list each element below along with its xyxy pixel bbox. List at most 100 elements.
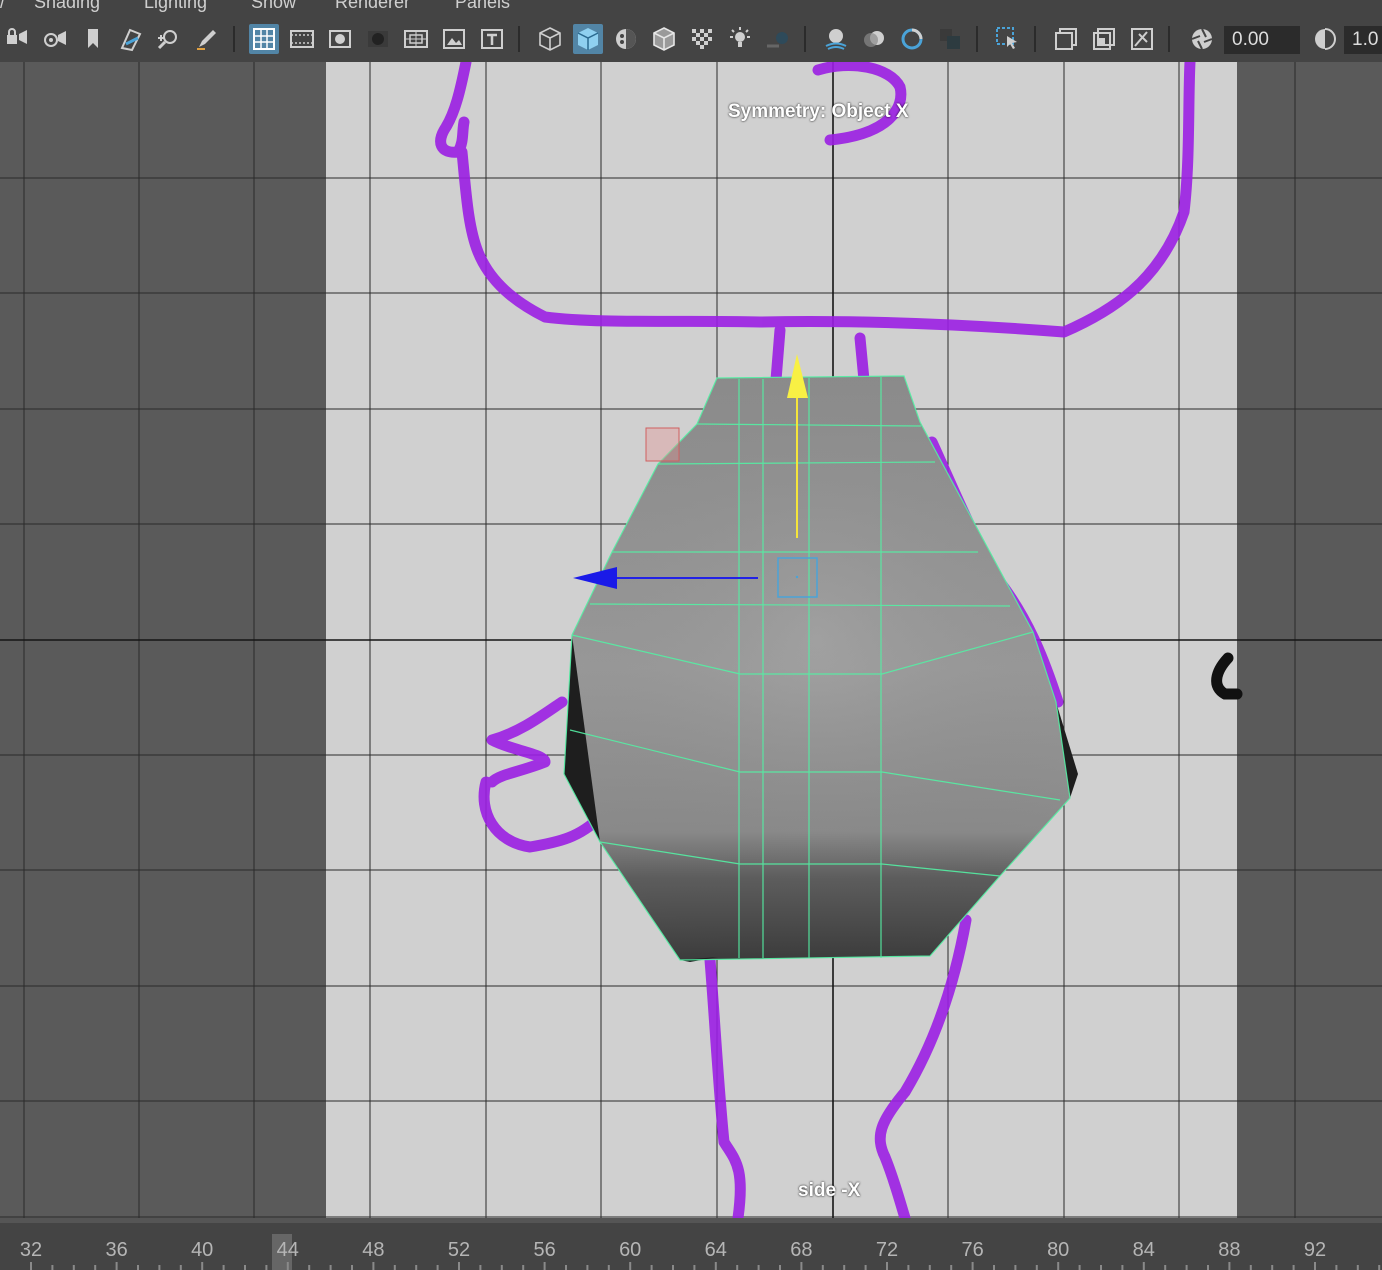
timeline-tick-mark — [479, 1265, 482, 1270]
gamma-field[interactable]: 1.0 — [1344, 26, 1382, 54]
timeline-tick-label: 60 — [619, 1239, 641, 1261]
xray-active-components-icon[interactable] — [1089, 24, 1119, 54]
xray-icon[interactable] — [687, 24, 717, 54]
timeline-tick-mark — [1078, 1265, 1081, 1270]
timeline-tick-mark — [864, 1265, 867, 1270]
depth-of-field-icon[interactable] — [935, 24, 965, 54]
gamma-icon[interactable] — [1310, 24, 1340, 54]
timeline-tick-mark — [886, 1262, 888, 1270]
wireframe-icon[interactable] — [535, 24, 565, 54]
menu-renderer[interactable]: Renderer — [335, 0, 410, 13]
timeline-tick-mark — [179, 1265, 182, 1270]
camera-lock-icon[interactable] — [2, 24, 32, 54]
timeline-tick-mark — [586, 1265, 589, 1270]
menu-show[interactable]: Show — [251, 0, 296, 13]
timeline-tick-mark — [993, 1265, 995, 1270]
timeline-tick-mark — [1185, 1265, 1188, 1270]
use-default-material-icon[interactable] — [611, 24, 641, 54]
timeline-tick-mark — [458, 1262, 460, 1270]
timeline-tick-label: 52 — [448, 1239, 470, 1261]
menu-lighting[interactable]: Lighting — [144, 0, 207, 13]
timeline-tick-mark — [308, 1265, 311, 1270]
timeline-tick-mark — [1228, 1262, 1231, 1270]
field-chart-icon[interactable] — [401, 24, 431, 54]
resolution-gate-icon[interactable] — [325, 24, 355, 54]
timeline-tick-mark — [1164, 1265, 1167, 1270]
film-gate-icon[interactable] — [287, 24, 317, 54]
gate-mask-icon[interactable] — [363, 24, 393, 54]
timeline-tick-mark — [821, 1265, 824, 1270]
timeline-tick-mark — [393, 1265, 396, 1270]
timeline-tick-mark — [1356, 1265, 1359, 1270]
camera-name-label: side -X — [798, 1180, 861, 1201]
safe-title-icon[interactable] — [477, 24, 507, 54]
use-all-lights-icon[interactable] — [725, 24, 755, 54]
grid-icon[interactable] — [249, 24, 279, 54]
timeline-tick-mark — [650, 1265, 653, 1270]
timeline-tick-mark — [30, 1262, 32, 1270]
timeline-tick-mark — [94, 1265, 97, 1270]
timeline-tick-label: 48 — [362, 1239, 384, 1261]
timeline-tick-label: 92 — [1304, 1239, 1326, 1261]
motion-blur-icon[interactable] — [859, 24, 889, 54]
screen-space-ao-icon[interactable] — [821, 24, 851, 54]
timeline-tick-mark — [72, 1265, 75, 1270]
camera-attributes-icon[interactable] — [40, 24, 70, 54]
timeline-tick-mark — [1292, 1265, 1295, 1270]
timeline-tick-mark — [1035, 1265, 1038, 1270]
menu-panels[interactable]: Panels — [455, 0, 510, 13]
manipulator-plane-handle[interactable] — [645, 427, 680, 462]
textured-icon[interactable] — [1127, 24, 1157, 54]
timeline-tick-mark — [522, 1265, 525, 1270]
2d-pan-zoom-icon[interactable] — [154, 24, 184, 54]
timeline-tick-mark — [1249, 1265, 1252, 1270]
timeline-tick-label: 84 — [1133, 1239, 1155, 1261]
menu-shading[interactable]: Shading — [34, 0, 100, 13]
timeline-tick-mark — [565, 1265, 567, 1270]
timeline-tick-mark — [543, 1262, 546, 1270]
timeline-tick-label: 36 — [105, 1239, 127, 1261]
camera-exposure-icon[interactable] — [1187, 24, 1217, 54]
viewport-canvas[interactable] — [0, 62, 1382, 1218]
timeline-tick-mark — [1057, 1262, 1060, 1270]
timeline-tick-mark — [158, 1265, 161, 1270]
timeline-tick-label: 64 — [705, 1239, 727, 1261]
menu-item-partial[interactable]: / — [0, 0, 5, 13]
isolate-select-icon[interactable] — [993, 24, 1023, 54]
timeline-tick-label: 88 — [1218, 1239, 1240, 1261]
timeline-tick-mark — [714, 1262, 717, 1270]
shadows-icon[interactable] — [763, 24, 793, 54]
image-plane-icon[interactable] — [116, 24, 146, 54]
timeline-tick-mark — [672, 1265, 674, 1270]
timeline-tick-mark — [222, 1265, 225, 1270]
viewport-side[interactable]: Symmetry: Object X side -X — [0, 62, 1382, 1218]
timeline-tick-mark — [843, 1265, 846, 1270]
timeline-tick-mark — [1207, 1265, 1209, 1270]
xray-joints-icon[interactable] — [1051, 24, 1081, 54]
wireframe-on-shaded-icon[interactable] — [649, 24, 679, 54]
timeline-tick-mark — [757, 1265, 760, 1270]
safe-action-icon[interactable] — [439, 24, 469, 54]
bookmark-icon[interactable] — [78, 24, 108, 54]
timeline-tick-mark — [265, 1265, 268, 1270]
timeline-tick-mark — [607, 1265, 610, 1270]
grease-pencil-icon[interactable] — [192, 24, 222, 54]
timeline-tick-mark — [351, 1265, 353, 1270]
timeline-tick-mark — [436, 1265, 439, 1270]
timeline-tick-mark — [1100, 1265, 1102, 1270]
multisample-aa-icon[interactable] — [897, 24, 927, 54]
smooth-shade-all-icon[interactable] — [573, 24, 603, 54]
timeline-tick-mark — [779, 1265, 781, 1270]
time-slider[interactable]: 32 36 40 44 48 52 56 60 64 68 72 76 80 84 88 92 — [0, 1218, 1382, 1270]
timeline-tick-mark — [1314, 1262, 1316, 1270]
timeline-tick-mark — [800, 1262, 803, 1270]
timeline-tick-mark — [1378, 1265, 1381, 1270]
timeline-tick-mark — [286, 1262, 289, 1270]
timeline-tick-mark — [415, 1265, 418, 1270]
timeline-tick-label: 40 — [191, 1239, 213, 1261]
exposure-field[interactable]: 0.00 — [1224, 26, 1300, 54]
timeline-tick-mark — [500, 1265, 503, 1270]
timeline-tick-mark — [244, 1265, 246, 1270]
timeline-tick-label: 44 — [277, 1239, 299, 1261]
timeline-tick-label: 72 — [876, 1239, 898, 1261]
